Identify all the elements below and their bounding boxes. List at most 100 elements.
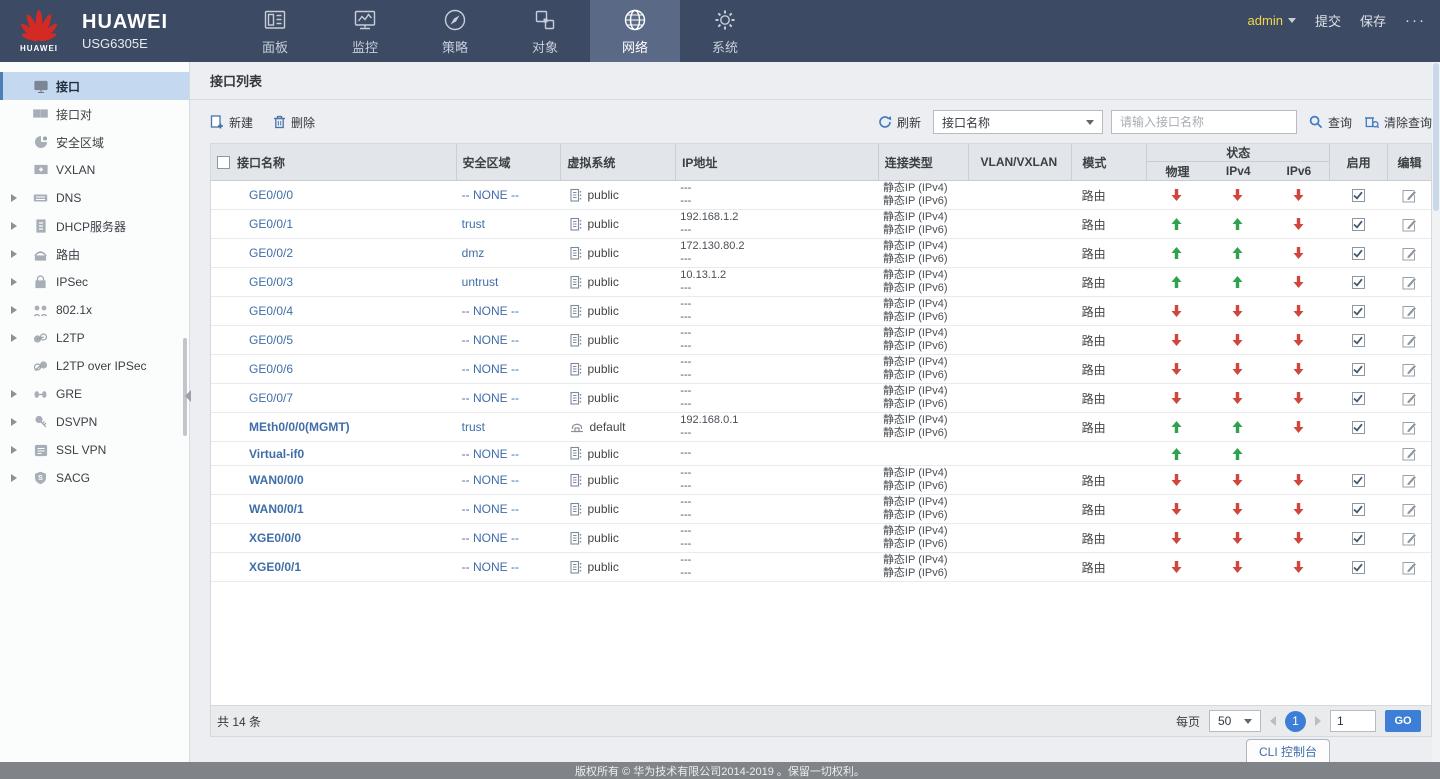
per-page-select[interactable]: 50 (1209, 710, 1261, 732)
enable-checkbox[interactable] (1351, 246, 1365, 260)
submit-button[interactable]: 提交 (1315, 11, 1341, 30)
zone-link[interactable]: -- NONE -- (462, 391, 519, 405)
expand-arrow-icon[interactable] (11, 306, 17, 314)
expand-arrow-icon[interactable] (11, 250, 17, 258)
expand-arrow-icon[interactable] (11, 278, 17, 286)
zone-link[interactable]: -- NONE -- (462, 473, 519, 487)
enable-checkbox[interactable] (1351, 560, 1365, 574)
sidebar-item-sacg[interactable]: S SACG (0, 464, 189, 492)
go-button[interactable]: GO (1385, 710, 1421, 732)
interface-link[interactable]: GE0/0/4 (249, 304, 293, 318)
expand-arrow-icon[interactable] (11, 418, 17, 426)
prev-page-icon[interactable] (1270, 716, 1276, 726)
interface-link[interactable]: GE0/0/0 (249, 188, 293, 202)
edit-icon[interactable] (1402, 502, 1417, 517)
interface-link[interactable]: GE0/0/6 (249, 362, 293, 376)
edit-icon[interactable] (1402, 446, 1417, 461)
interface-link[interactable]: GE0/0/5 (249, 333, 293, 347)
sidebar-item-l2tp[interactable]: L2TP (0, 324, 189, 352)
select-all-checkbox[interactable] (217, 155, 230, 169)
interface-link[interactable]: GE0/0/3 (249, 275, 293, 289)
sidebar-item-gre[interactable]: GRE (0, 380, 189, 408)
sidebar-item-interface-pair[interactable]: 接口对 (0, 100, 189, 128)
edit-icon[interactable] (1402, 217, 1417, 232)
edit-icon[interactable] (1402, 304, 1417, 319)
enable-checkbox[interactable] (1351, 333, 1365, 347)
zone-link[interactable]: -- NONE -- (462, 362, 519, 376)
expand-arrow-icon[interactable] (11, 334, 17, 342)
zone-link[interactable]: untrust (462, 275, 499, 289)
new-button[interactable]: 新建 (210, 114, 253, 131)
enable-checkbox[interactable] (1351, 420, 1365, 434)
edit-icon[interactable] (1402, 420, 1417, 435)
clear-query-button[interactable]: 清除查询 (1364, 114, 1432, 131)
nav-tab-system[interactable]: 系统 (680, 0, 770, 62)
sidebar-item-security-zone[interactable]: 安全区域 (0, 128, 189, 156)
enable-checkbox[interactable] (1351, 502, 1365, 516)
interface-link[interactable]: GE0/0/2 (249, 246, 293, 260)
zone-link[interactable]: -- NONE -- (462, 304, 519, 318)
goto-page-input[interactable] (1330, 710, 1376, 732)
zone-link[interactable]: -- NONE -- (462, 447, 519, 461)
zone-link[interactable]: -- NONE -- (462, 333, 519, 347)
sidebar-item-ssl-vpn[interactable]: SSL VPN (0, 436, 189, 464)
user-menu[interactable]: admin (1248, 13, 1296, 28)
expand-arrow-icon[interactable] (11, 390, 17, 398)
page-scrollbar-thumb[interactable] (1433, 63, 1439, 211)
zone-link[interactable]: -- NONE -- (462, 188, 519, 202)
sidebar-item-dhcp-server[interactable]: DHCP服务器 (0, 212, 189, 240)
zone-link[interactable]: trust (462, 420, 485, 434)
save-button[interactable]: 保存 (1360, 11, 1386, 30)
edit-icon[interactable] (1402, 188, 1417, 203)
interface-link[interactable]: XGE0/0/1 (249, 560, 301, 574)
interface-link[interactable]: MEth0/0/0(MGMT) (249, 420, 350, 434)
interface-link[interactable]: GE0/0/1 (249, 217, 293, 231)
edit-icon[interactable] (1402, 246, 1417, 261)
enable-checkbox[interactable] (1351, 217, 1365, 231)
enable-checkbox[interactable] (1351, 362, 1365, 376)
nav-tab-dashboard[interactable]: 面板 (230, 0, 320, 62)
zone-link[interactable]: dmz (462, 246, 485, 260)
sidebar-item-ipsec[interactable]: IPSec (0, 268, 189, 296)
sidebar-item-dsvpn[interactable]: DSVPN (0, 408, 189, 436)
more-menu-icon[interactable]: ··· (1405, 12, 1426, 29)
interface-link[interactable]: WAN0/0/0 (249, 473, 304, 487)
nav-tab-policy[interactable]: 策略 (410, 0, 500, 62)
expand-arrow-icon[interactable] (11, 474, 17, 482)
expand-arrow-icon[interactable] (11, 194, 17, 202)
sidebar-item-l2tp-over-ipsec[interactable]: L2TP over IPSec (0, 352, 189, 380)
zone-link[interactable]: trust (462, 217, 485, 231)
page-scrollbar[interactable] (1432, 62, 1440, 762)
sidebar-item-route[interactable]: 路由 (0, 240, 189, 268)
enable-checkbox[interactable] (1351, 473, 1365, 487)
interface-link[interactable]: XGE0/0/0 (249, 531, 301, 545)
nav-tab-network[interactable]: 网络 (590, 0, 680, 62)
enable-checkbox[interactable] (1351, 188, 1365, 202)
zone-link[interactable]: -- NONE -- (462, 531, 519, 545)
expand-arrow-icon[interactable] (11, 446, 17, 454)
sidebar-item-vxlan[interactable]: VXLAN (0, 156, 189, 184)
nav-tab-object[interactable]: 对象 (500, 0, 590, 62)
sidebar-item-interface[interactable]: 接口 (0, 72, 189, 100)
query-button[interactable]: 查询 (1309, 114, 1352, 131)
expand-arrow-icon[interactable] (11, 222, 17, 230)
edit-icon[interactable] (1402, 560, 1417, 575)
edit-icon[interactable] (1402, 275, 1417, 290)
enable-checkbox[interactable] (1351, 531, 1365, 545)
current-page-badge[interactable]: 1 (1285, 710, 1306, 732)
sidebar-item-dns[interactable]: DNS (0, 184, 189, 212)
enable-checkbox[interactable] (1351, 275, 1365, 289)
next-page-icon[interactable] (1315, 716, 1321, 726)
zone-link[interactable]: -- NONE -- (462, 560, 519, 574)
edit-icon[interactable] (1402, 531, 1417, 546)
interface-link[interactable]: WAN0/0/1 (249, 502, 304, 516)
enable-checkbox[interactable] (1351, 391, 1365, 405)
sidebar-item-dot1x[interactable]: 802.1x (0, 296, 189, 324)
refresh-button[interactable]: 刷新 (878, 114, 921, 131)
edit-icon[interactable] (1402, 362, 1417, 377)
filter-field-select[interactable]: 接口名称 (932, 110, 1103, 134)
zone-link[interactable]: -- NONE -- (462, 502, 519, 516)
edit-icon[interactable] (1402, 333, 1417, 348)
search-input[interactable] (1110, 110, 1297, 134)
interface-link[interactable]: GE0/0/7 (249, 391, 293, 405)
